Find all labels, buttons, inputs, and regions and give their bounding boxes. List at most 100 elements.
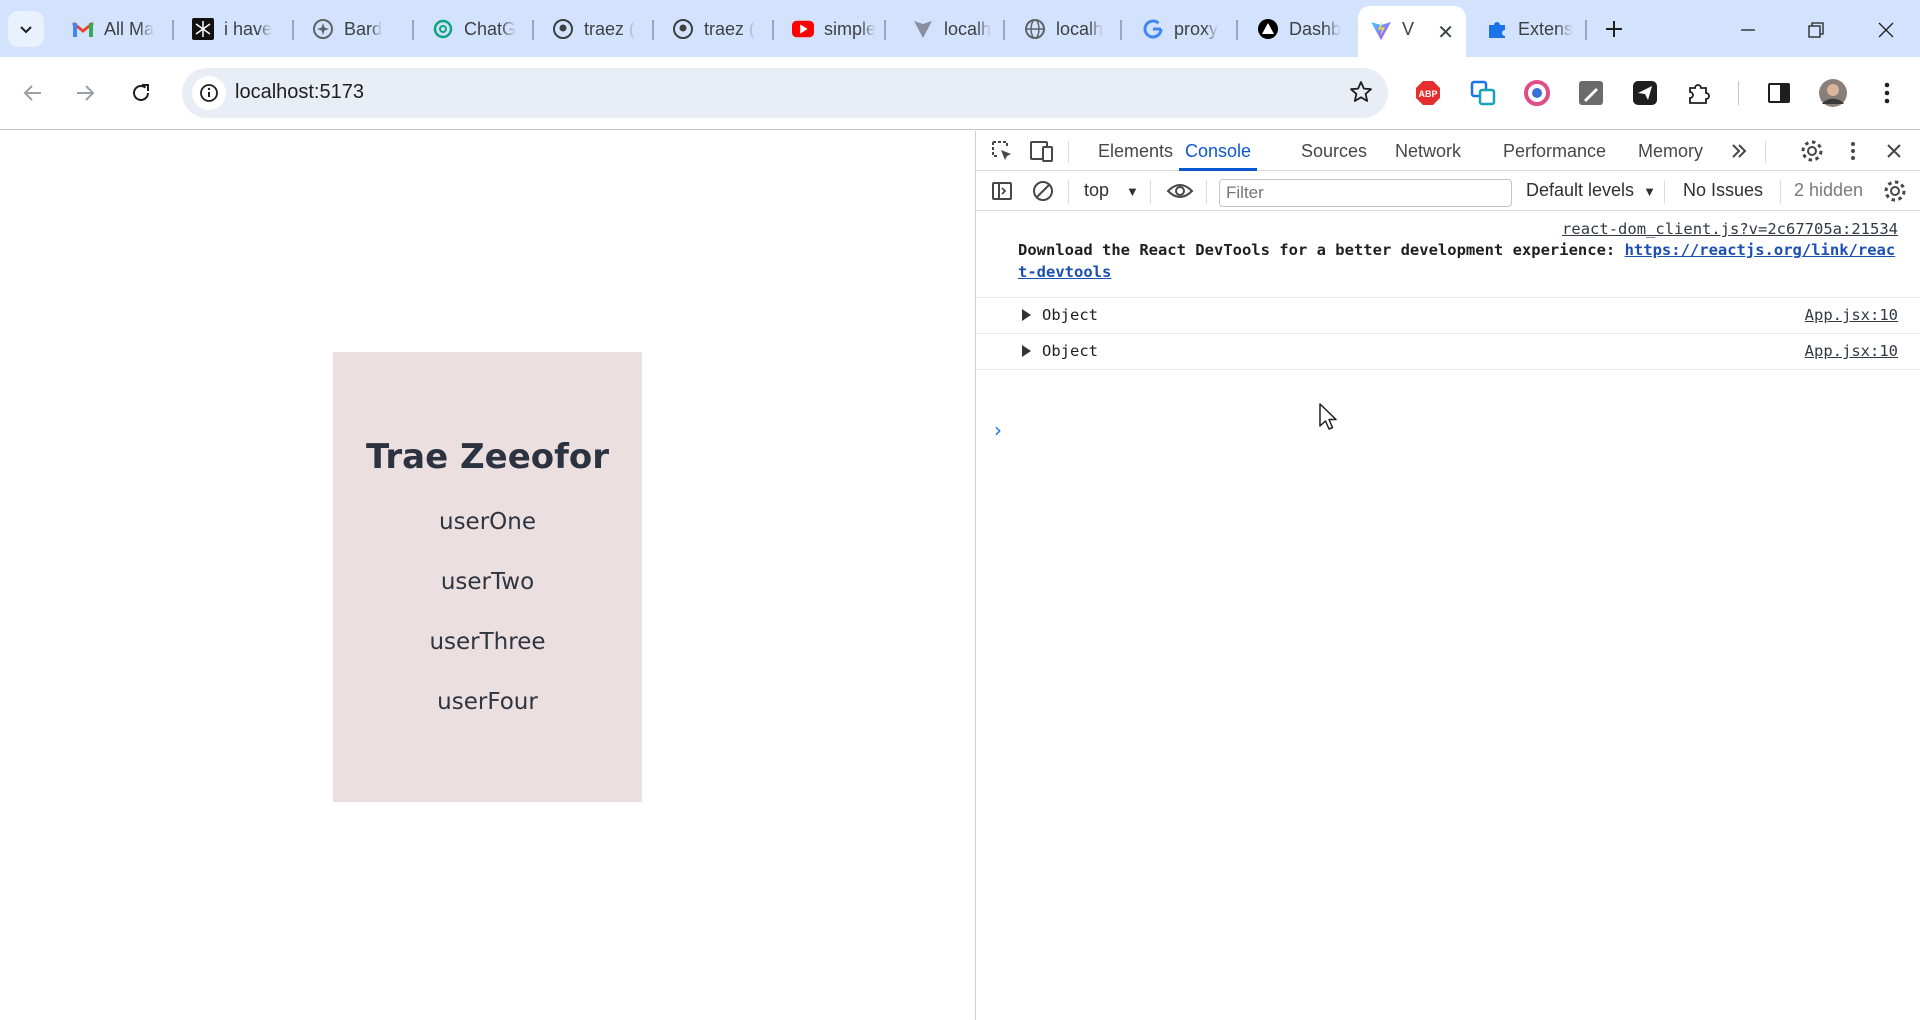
gmail-icon (72, 18, 94, 40)
message-body: Download the React DevTools for a better… (1018, 241, 1625, 259)
adblock-icon: ABP (1416, 81, 1440, 105)
devtools-menu-button[interactable] (1839, 137, 1867, 165)
pen-icon (1579, 81, 1603, 105)
object-preview[interactable]: Object (1042, 306, 1098, 324)
vite-icon (912, 18, 934, 40)
inspect-element-button[interactable] (988, 137, 1016, 165)
browser-tab[interactable]: localh (900, 10, 1000, 48)
log-levels-dropdown[interactable]: Default levels ▼ (1526, 180, 1656, 201)
tab-title: simple (824, 18, 877, 39)
browser-tab[interactable]: simple (780, 10, 890, 48)
gear-icon (1884, 180, 1906, 202)
user-list-item: userThree (429, 629, 546, 655)
profile-button[interactable] (1817, 77, 1849, 109)
restore-button[interactable] (1796, 10, 1836, 50)
google-icon (1142, 18, 1164, 40)
close-window-button[interactable] (1866, 10, 1906, 50)
device-icon (1030, 141, 1053, 162)
expand-triangle-icon[interactable] (1022, 309, 1031, 321)
devtools-tab-elements[interactable]: Elements (1092, 131, 1179, 171)
new-tab-button[interactable] (1598, 13, 1630, 45)
console-message-text: Download the React DevTools for a better… (1018, 239, 1898, 283)
bookmark-star-button[interactable] (1348, 79, 1374, 110)
tab-search-button[interactable] (8, 11, 44, 47)
source-link[interactable]: App.jsx:10 (1805, 342, 1898, 360)
tab-title: V (1402, 19, 1415, 39)
console-messages: react-dom_client.js?v=2c67705a:21534 Dow… (976, 211, 1920, 370)
console-filter-input[interactable] (1219, 179, 1512, 207)
source-link[interactable]: App.jsx:10 (1805, 306, 1898, 324)
forward-arrow-icon (77, 85, 95, 101)
color-extension[interactable] (1521, 77, 1553, 109)
console-settings-button[interactable] (1881, 177, 1909, 205)
clear-console-button[interactable] (1029, 177, 1057, 205)
source-link[interactable]: react-dom_client.js?v=2c67705a:21534 (1562, 220, 1898, 238)
browser-tab[interactable]: localh (1012, 10, 1122, 48)
reload-button[interactable] (122, 74, 160, 112)
tab-title: ChatG (464, 18, 517, 39)
user-list: userOne userTwo userThree userFour (333, 507, 642, 747)
close-tab-icon[interactable]: ✕ (1437, 20, 1454, 45)
devtools-tab-console[interactable]: Console (1179, 131, 1258, 171)
devtools-settings-button[interactable] (1798, 137, 1826, 165)
live-expression-button[interactable] (1166, 177, 1194, 205)
send-extension[interactable] (1629, 77, 1661, 109)
back-button[interactable] (14, 74, 52, 112)
devtools-tab-performance[interactable]: Performance (1497, 131, 1612, 171)
browser-tab[interactable]: proxy (1130, 10, 1240, 48)
forward-button[interactable] (66, 74, 104, 112)
issues-counter[interactable]: No Issues (1683, 180, 1763, 201)
minimize-icon (1741, 29, 1755, 31)
browser-tab[interactable]: traez ( (540, 10, 650, 48)
info-icon (200, 84, 218, 102)
user-list-item: userTwo (440, 569, 535, 595)
console-message[interactable]: Object App.jsx:10 (976, 298, 1920, 334)
side-panel-icon (1768, 83, 1790, 103)
devtools-tab-network[interactable]: Network (1389, 131, 1467, 171)
tab-title: localh (1056, 18, 1104, 39)
back-arrow-icon (23, 85, 41, 101)
console-message[interactable]: Object App.jsx:10 (976, 334, 1920, 370)
translate-extension[interactable] (1467, 77, 1499, 109)
kebab-menu-icon (1884, 82, 1890, 104)
minimize-button[interactable] (1728, 10, 1768, 50)
bard-icon (312, 18, 334, 40)
url-text[interactable]: localhost:5173 (235, 81, 364, 104)
browser-tab[interactable]: i have (180, 10, 290, 48)
tab-strip: All Ma i have Bard ChatG traez ( traez (… (0, 0, 1920, 57)
puzzle-icon (1486, 18, 1508, 40)
browser-tab-active[interactable]: V ✕ (1358, 6, 1466, 57)
object-preview[interactable]: Object (1042, 342, 1098, 360)
browser-tab[interactable]: All Ma (60, 10, 170, 48)
color-icon (1524, 80, 1550, 106)
tab-title: proxy (1174, 18, 1219, 39)
send-icon (1633, 81, 1657, 105)
browser-tab[interactable]: Dashb (1245, 10, 1355, 48)
context-selector[interactable]: top ▼ (1084, 180, 1139, 201)
browser-menu-button[interactable] (1871, 77, 1903, 109)
browser-tab[interactable]: Extens (1474, 10, 1584, 48)
translate-icon (1470, 80, 1496, 106)
browser-toolbar: localhost:5173 ABP (0, 57, 1920, 130)
console-prompt[interactable]: › (994, 418, 1002, 442)
browser-tab[interactable]: Bard (300, 10, 410, 48)
close-devtools-button[interactable] (1880, 137, 1908, 165)
github-icon (672, 18, 694, 40)
devtools-tab-memory[interactable]: Memory (1632, 131, 1709, 171)
reload-icon (133, 84, 149, 101)
extensions-menu-button[interactable] (1683, 77, 1715, 109)
more-tabs-button[interactable] (1725, 137, 1753, 165)
device-toolbar-button[interactable] (1028, 137, 1056, 165)
browser-tab[interactable]: traez ( (660, 10, 770, 48)
site-info-button[interactable] (192, 76, 226, 110)
pen-extension[interactable] (1575, 77, 1607, 109)
side-panel-button[interactable] (1763, 77, 1795, 109)
adblock-extension[interactable]: ABP (1412, 77, 1444, 109)
console-sidebar-button[interactable] (988, 177, 1016, 205)
devtools-tab-sources[interactable]: Sources (1295, 131, 1373, 171)
plus-icon (1606, 21, 1622, 37)
expand-triangle-icon[interactable] (1022, 345, 1031, 357)
dropdown-arrow-icon: ▼ (1126, 184, 1139, 199)
browser-tab[interactable]: ChatG (420, 10, 530, 48)
address-bar[interactable]: localhost:5173 (182, 68, 1388, 118)
